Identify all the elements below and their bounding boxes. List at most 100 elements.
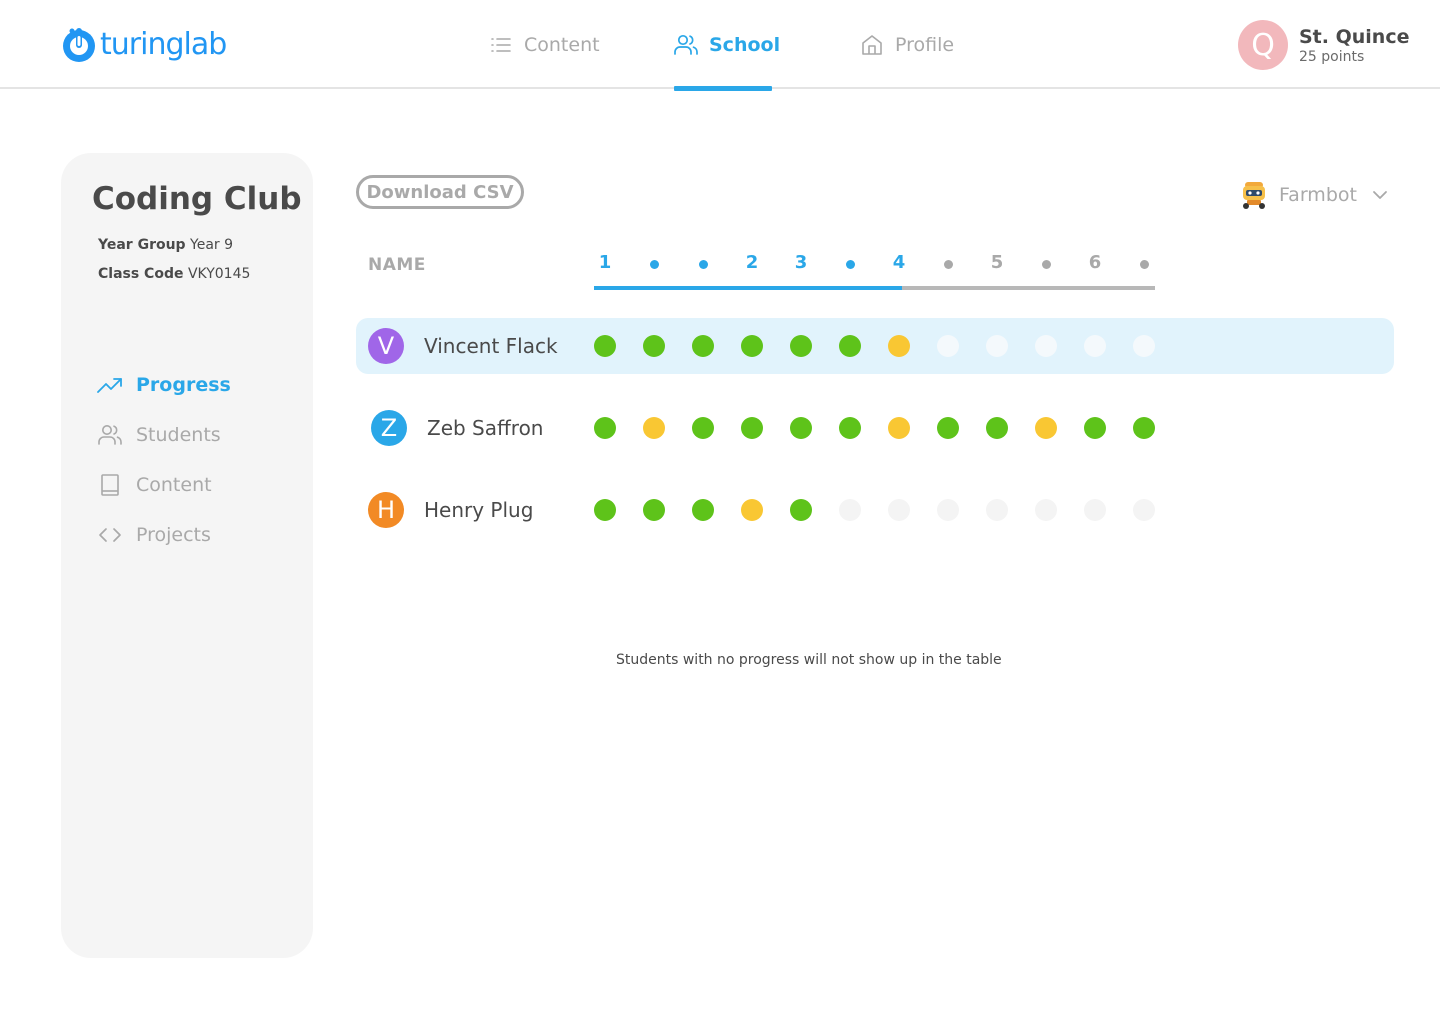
lesson-number-2[interactable]: 2 bbox=[737, 252, 767, 273]
user-menu[interactable]: Q St. Quince 25 points bbox=[1238, 20, 1409, 70]
sidebar-item-label: Projects bbox=[136, 524, 211, 546]
farmbot-robot-icon bbox=[1243, 182, 1265, 209]
progress-none-dot[interactable] bbox=[1035, 499, 1057, 521]
sidebar-menu: Progress Students Content Projects bbox=[97, 360, 231, 560]
sidebar-item-label: Content bbox=[136, 474, 212, 496]
lesson-step-dot[interactable] bbox=[1139, 260, 1149, 269]
avatar: Z bbox=[371, 410, 407, 446]
table-row[interactable]: H Henry Plug bbox=[356, 482, 1394, 538]
progress-complete-dot[interactable] bbox=[839, 417, 861, 439]
progress-complete-dot[interactable] bbox=[643, 499, 665, 521]
chevron-down-icon bbox=[1373, 191, 1387, 199]
progress-complete-dot[interactable] bbox=[692, 335, 714, 357]
avatar: V bbox=[368, 328, 404, 364]
year-group-value: Year 9 bbox=[190, 237, 234, 253]
progress-none-dot[interactable] bbox=[937, 499, 959, 521]
nav-item-profile[interactable]: Profile bbox=[859, 0, 954, 89]
progress-partial-dot[interactable] bbox=[741, 499, 763, 521]
progress-complete-dot[interactable] bbox=[594, 499, 616, 521]
user-name: St. Quince bbox=[1299, 25, 1410, 48]
progress-complete-dot[interactable] bbox=[1133, 417, 1155, 439]
code-icon bbox=[97, 522, 123, 548]
lesson-step-dot[interactable] bbox=[845, 260, 855, 269]
progress-none-dot[interactable] bbox=[986, 335, 1008, 357]
student-name: Henry Plug bbox=[424, 498, 534, 522]
turinglab-logo[interactable]: turinglab bbox=[60, 22, 227, 66]
student-name: Vincent Flack bbox=[424, 334, 558, 358]
download-csv-button[interactable]: Download CSV bbox=[356, 175, 524, 209]
home-icon bbox=[859, 32, 885, 58]
lesson-number-3[interactable]: 3 bbox=[786, 252, 816, 273]
sidebar-item-projects[interactable]: Projects bbox=[97, 510, 231, 560]
table-footnote: Students with no progress will not show … bbox=[616, 652, 1002, 668]
nav-item-content[interactable]: Content bbox=[488, 0, 600, 89]
lesson-step-dot[interactable] bbox=[1041, 260, 1051, 269]
progress-complete-dot[interactable] bbox=[1084, 417, 1106, 439]
lesson-number-1[interactable]: 1 bbox=[590, 252, 620, 273]
progress-complete-dot[interactable] bbox=[937, 417, 959, 439]
sidebar-item-progress[interactable]: Progress bbox=[97, 360, 231, 410]
progress-track-remaining bbox=[902, 286, 1155, 290]
progress-partial-dot[interactable] bbox=[1035, 417, 1057, 439]
table-row[interactable]: V Vincent Flack bbox=[356, 318, 1394, 374]
user-points: 25 points bbox=[1299, 48, 1365, 65]
progress-complete-dot[interactable] bbox=[643, 335, 665, 357]
progress-none-dot[interactable] bbox=[986, 499, 1008, 521]
lesson-step-dot[interactable] bbox=[698, 260, 708, 269]
sidebar-item-students[interactable]: Students bbox=[97, 410, 231, 460]
class-title: Coding Club bbox=[92, 181, 302, 217]
nav-item-label: Content bbox=[524, 33, 600, 56]
progress-complete-dot[interactable] bbox=[692, 499, 714, 521]
book-icon bbox=[97, 472, 123, 498]
sidebar-item-content[interactable]: Content bbox=[97, 460, 231, 510]
course-select[interactable]: Farmbot bbox=[1240, 180, 1389, 210]
year-group: Year Group Year 9 bbox=[98, 237, 233, 253]
lesson-step-dot[interactable] bbox=[943, 260, 953, 269]
progress-none-dot[interactable] bbox=[1084, 499, 1106, 521]
progress-complete-dot[interactable] bbox=[790, 335, 812, 357]
progress-none-dot[interactable] bbox=[1133, 335, 1155, 357]
progress-none-dot[interactable] bbox=[1133, 499, 1155, 521]
progress-partial-dot[interactable] bbox=[888, 417, 910, 439]
class-code-label: Class Code bbox=[98, 266, 184, 282]
progress-none-dot[interactable] bbox=[937, 335, 959, 357]
trend-up-icon bbox=[97, 372, 123, 398]
year-group-label: Year Group bbox=[98, 237, 186, 253]
progress-complete-dot[interactable] bbox=[790, 417, 812, 439]
lesson-step-dot[interactable] bbox=[649, 260, 659, 269]
student-name: Zeb Saffron bbox=[427, 416, 544, 440]
progress-none-dot[interactable] bbox=[1084, 335, 1106, 357]
name-column-header: NAME bbox=[368, 255, 426, 275]
nav-item-school[interactable]: School bbox=[673, 0, 780, 89]
class-code: Class Code VKY0145 bbox=[98, 266, 250, 282]
turinglab-logo-icon bbox=[63, 28, 95, 62]
nav-item-label: Profile bbox=[895, 33, 955, 56]
avatar: H bbox=[368, 492, 404, 528]
progress-track-completed bbox=[594, 286, 902, 290]
progress-complete-dot[interactable] bbox=[692, 417, 714, 439]
progress-none-dot[interactable] bbox=[839, 499, 861, 521]
avatar[interactable]: Q bbox=[1238, 20, 1288, 70]
progress-complete-dot[interactable] bbox=[741, 417, 763, 439]
progress-complete-dot[interactable] bbox=[839, 335, 861, 357]
lesson-number-4[interactable]: 4 bbox=[884, 252, 914, 273]
progress-complete-dot[interactable] bbox=[986, 417, 1008, 439]
progress-complete-dot[interactable] bbox=[594, 335, 616, 357]
progress-complete-dot[interactable] bbox=[741, 335, 763, 357]
top-bar: turinglab Content School Profile Q St. Q… bbox=[0, 0, 1440, 91]
lesson-number-5[interactable]: 5 bbox=[982, 252, 1012, 273]
users-icon bbox=[97, 422, 123, 448]
progress-complete-dot[interactable] bbox=[594, 417, 616, 439]
progress-partial-dot[interactable] bbox=[643, 417, 665, 439]
active-nav-indicator bbox=[674, 86, 772, 91]
class-sidebar: Coding Club Year Group Year 9 Class Code… bbox=[61, 153, 313, 958]
progress-partial-dot[interactable] bbox=[888, 335, 910, 357]
progress-none-dot[interactable] bbox=[1035, 335, 1057, 357]
progress-none-dot[interactable] bbox=[888, 499, 910, 521]
brand-name: turinglab bbox=[100, 26, 227, 62]
progress-complete-dot[interactable] bbox=[790, 499, 812, 521]
lesson-number-6[interactable]: 6 bbox=[1080, 252, 1110, 273]
table-row[interactable]: Z Zeb Saffron bbox=[356, 400, 1394, 456]
list-icon bbox=[488, 32, 514, 58]
course-name: Farmbot bbox=[1279, 184, 1357, 206]
